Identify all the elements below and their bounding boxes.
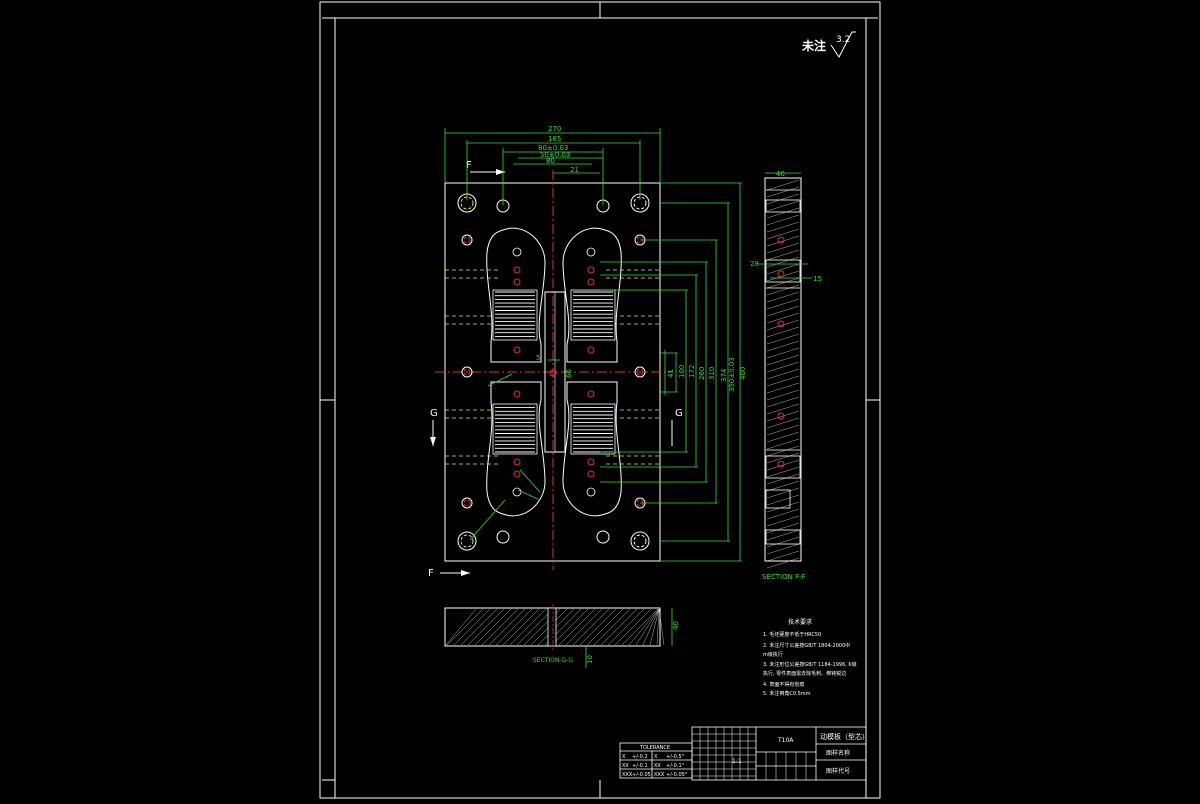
tol-cell: X bbox=[654, 754, 658, 760]
dim-50-tol: 50±0.03 bbox=[540, 151, 570, 159]
roughness-value: 3.2 bbox=[836, 35, 850, 45]
dim-slot-5: 5 bbox=[536, 354, 540, 362]
drawing-name: 图样名称 bbox=[826, 749, 850, 757]
scale: 1:1 bbox=[732, 758, 742, 765]
tol-cell: XXX bbox=[654, 772, 665, 778]
dim-46: 46 bbox=[776, 170, 785, 178]
tol-cell: +/-0.05° bbox=[666, 772, 688, 778]
cad-drawing-canvas: 未注 3.2 F F G G 270 185 80±0.03 50±0.03 8… bbox=[0, 0, 1200, 800]
note-line-7: 5. 未注倒角C0.5mm bbox=[763, 690, 811, 697]
drawing-code: 图样代号 bbox=[826, 767, 850, 775]
note-line-1: 1. 毛坯硬度不低于HRC50 bbox=[763, 631, 821, 638]
right-marker-g: G bbox=[675, 408, 683, 419]
section-gg-slot bbox=[547, 607, 557, 647]
section-gg-label: SECTION G-G bbox=[533, 657, 573, 664]
note-line-2: 2. 未注尺寸公差按GB/T 1804-2000中 bbox=[763, 642, 850, 649]
dim-gg-40: 40 bbox=[672, 621, 680, 630]
dim-350-tol: 350±0.03 bbox=[728, 357, 736, 392]
tol-cell: +/-0.5° bbox=[666, 754, 685, 760]
dim-41: 41 bbox=[667, 369, 675, 378]
roughness-note: 未注 bbox=[801, 38, 826, 53]
tolerance-header: TOLERANCE bbox=[639, 745, 670, 751]
dim-310: 310 bbox=[708, 367, 716, 380]
material-label: T10A bbox=[777, 737, 794, 744]
dim-260: 260 bbox=[698, 367, 706, 380]
tol-cell: +/-0.1° bbox=[666, 763, 685, 769]
dim-80: 80 bbox=[546, 157, 555, 165]
tol-cell: +/-0.2 bbox=[632, 754, 648, 760]
dim-21: 21 bbox=[570, 166, 579, 174]
cad-drawing: 未注 3.2 F F G G 270 185 80±0.03 50±0.03 8… bbox=[0, 0, 1200, 800]
dim-374: 374 bbox=[720, 368, 728, 382]
dim-28: 28 bbox=[750, 260, 759, 268]
bottom-marker-f: F bbox=[428, 568, 434, 579]
tol-cell: +/-0.1 bbox=[632, 763, 648, 769]
note-line-3: m级执行 bbox=[763, 651, 783, 658]
dim-270: 270 bbox=[548, 125, 561, 133]
tol-cell: X bbox=[622, 754, 626, 760]
dim-slot-60: 60 bbox=[565, 369, 573, 378]
left-marker-g: G bbox=[430, 408, 438, 419]
dim-gg-10: 10 bbox=[586, 655, 594, 664]
part-name: 动模板（型芯） bbox=[820, 732, 869, 741]
notes-title: 技术要求 bbox=[788, 618, 812, 626]
note-line-5: 执行, 零件表面需去除毛刺、倒钝锐边 bbox=[763, 670, 846, 677]
tol-cell: XX bbox=[622, 763, 629, 769]
dim-400: 400 bbox=[739, 367, 747, 380]
dim-15: 15 bbox=[813, 275, 822, 283]
dim-172: 172 bbox=[688, 365, 696, 378]
note-line-6: 4. 表面不得有划痕 bbox=[763, 681, 804, 688]
tol-cell: XX bbox=[654, 763, 661, 769]
dim-185: 185 bbox=[548, 135, 561, 143]
note-line-4: 3. 未注形位公差按GB/T 1184-1996, K级 bbox=[763, 661, 857, 668]
dim-100: 100 bbox=[678, 365, 686, 378]
background bbox=[0, 0, 1200, 800]
tol-cell: +/-0.05 bbox=[632, 772, 651, 778]
section-ff-label: SECTION F-F bbox=[762, 573, 806, 581]
